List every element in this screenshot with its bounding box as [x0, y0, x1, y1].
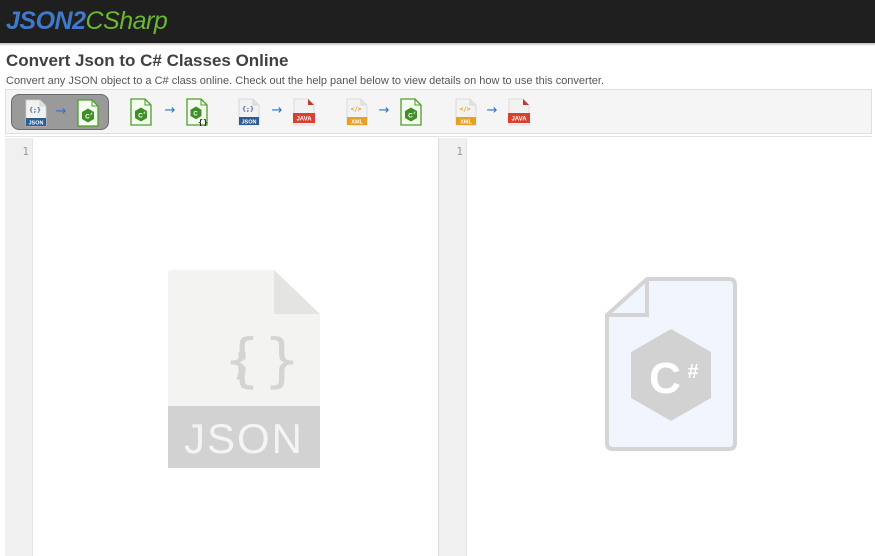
- page-subtitle: Convert any JSON object to a C# class on…: [6, 75, 604, 87]
- logo-text-json2: JSON2: [6, 7, 86, 35]
- json-file-icon: [25, 99, 47, 127]
- xml-file-icon: [455, 98, 477, 126]
- json-file-icon: { ; } JSON: [168, 270, 320, 468]
- csharp-label: C: [649, 354, 681, 403]
- line-gutter: 1: [5, 138, 33, 556]
- csharp-file-icon: [400, 98, 422, 126]
- csharp-file-icon: C #: [605, 277, 737, 451]
- line-number: 1: [22, 145, 29, 158]
- java-file-icon: [293, 98, 315, 126]
- logo-text-csharp: CSharp: [85, 7, 168, 35]
- json-input-editor[interactable]: 1 { ; } JSON: [5, 138, 438, 556]
- arrow-right-icon: →: [378, 103, 390, 118]
- arrow-right-icon: →: [486, 103, 498, 118]
- arrow-right-icon: →: [164, 103, 176, 118]
- arrow-right-icon: →: [55, 104, 67, 119]
- xml-to-java-button[interactable]: →: [442, 94, 540, 130]
- page-title: Convert Json to C# Classes Online: [6, 51, 289, 70]
- json-to-csharp-button[interactable]: →: [11, 94, 109, 130]
- line-gutter: 1: [439, 138, 467, 556]
- svg-text:#: #: [687, 361, 698, 383]
- arrow-right-icon: →: [271, 103, 283, 118]
- site-logo[interactable]: JSON2CSharp: [6, 5, 168, 37]
- json-to-java-button[interactable]: →: [225, 94, 323, 130]
- csharp-class-file-icon: [186, 98, 208, 126]
- csharp-to-csharp-class-button[interactable]: →: [117, 94, 215, 130]
- json-label: JSON: [184, 415, 304, 462]
- java-file-icon: [508, 98, 530, 126]
- editor-area: 1 { ; } JSON 1 C #: [5, 136, 873, 556]
- svg-text:;: ;: [234, 338, 250, 384]
- xml-to-csharp-button[interactable]: →: [333, 94, 431, 130]
- csharp-output-editor[interactable]: 1 C #: [438, 138, 873, 556]
- json-file-icon: [238, 98, 260, 126]
- converter-toolbar: → → → → →: [5, 89, 872, 134]
- top-navbar: JSON2CSharp: [0, 0, 875, 43]
- csharp-file-icon: [130, 98, 152, 126]
- xml-file-icon: [346, 98, 368, 126]
- svg-text:}: }: [264, 326, 301, 394]
- csharp-file-icon: [77, 99, 99, 127]
- line-number: 1: [456, 145, 463, 158]
- navbar-shadow: [0, 43, 875, 46]
